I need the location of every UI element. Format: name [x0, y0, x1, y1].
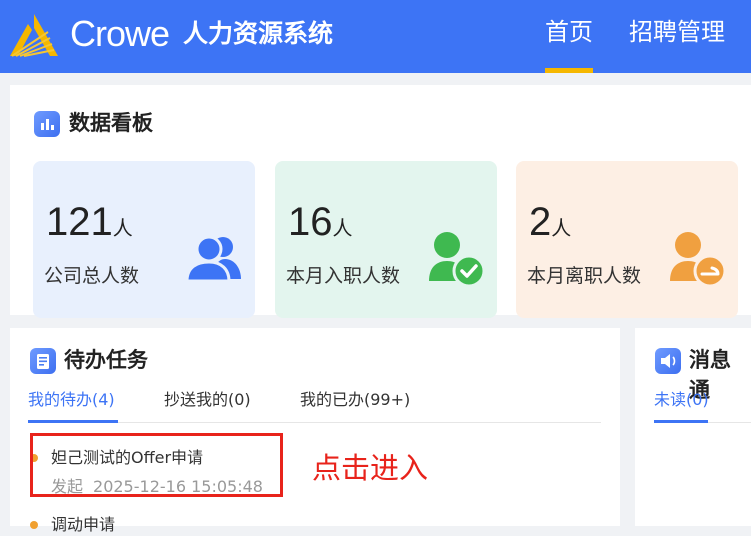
stat-value: 2: [529, 200, 552, 244]
stat-unit: 人: [551, 216, 572, 240]
stat-card-left[interactable]: 2人 本月离职人数: [516, 161, 738, 318]
tab-unread[interactable]: 未读(0): [654, 389, 709, 411]
stat-card-joined[interactable]: 16人 本月入职人数: [275, 161, 497, 318]
users-group-icon: [185, 235, 241, 283]
top-header: Crowe 人力资源系统 首页 招聘管理: [0, 0, 751, 73]
tab-cc-to-me[interactable]: 抄送我的(0): [164, 389, 251, 411]
crowe-logo-icon: [10, 14, 58, 57]
document-icon: [30, 348, 56, 374]
nav-home[interactable]: 首页: [545, 14, 593, 50]
stat-value: 121: [46, 200, 113, 244]
nav-active-indicator: [545, 68, 593, 73]
todo-title: 待办任务: [64, 348, 148, 372]
tab-active-indicator: [28, 420, 118, 423]
annotation-text: 点击进入: [312, 451, 429, 485]
task-status-dot: [30, 521, 38, 529]
stat-unit: 人: [112, 216, 133, 240]
user-leave-icon: [670, 232, 727, 288]
dashboard-title: 数据看板: [69, 111, 153, 135]
stat-label: 公司总人数: [44, 265, 140, 287]
stat-label: 本月离职人数: [527, 265, 642, 287]
tab-my-todo[interactable]: 我的待办(4): [28, 389, 115, 411]
stat-unit: 人: [332, 216, 353, 240]
stat-card-total-staff[interactable]: 121人 公司总人数: [33, 161, 255, 318]
bar-chart-icon: [34, 111, 60, 137]
tab-active-indicator: [654, 420, 708, 423]
task-item-title[interactable]: 调动申请: [51, 514, 115, 536]
user-check-icon: [429, 232, 486, 288]
stat-value: 16: [288, 200, 333, 244]
highlight-annotation-box: [30, 433, 283, 497]
speaker-icon: [655, 348, 681, 374]
system-name: 人力资源系统: [183, 19, 334, 48]
brand-name: Crowe: [70, 13, 170, 54]
tab-my-done[interactable]: 我的已办(99+): [300, 389, 410, 411]
nav-recruitment[interactable]: 招聘管理: [629, 14, 725, 50]
stat-label: 本月入职人数: [286, 265, 401, 287]
